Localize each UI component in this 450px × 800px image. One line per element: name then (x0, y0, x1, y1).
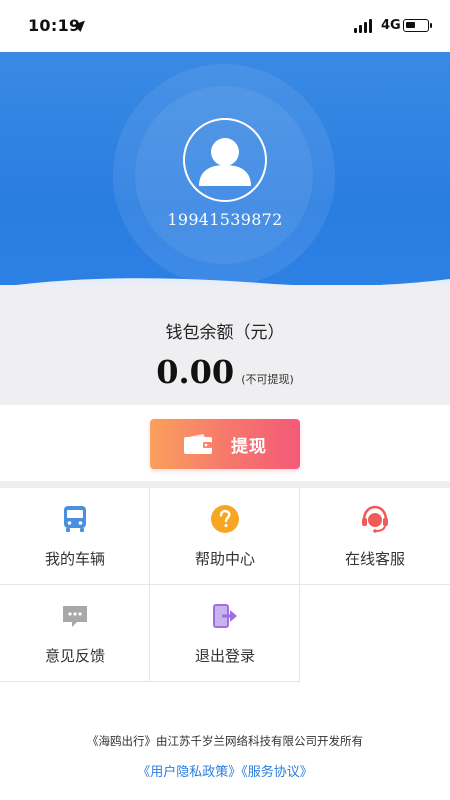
privacy-policy-link[interactable]: 《用户隐私政策》 (137, 765, 241, 780)
wallet-icon (184, 434, 212, 454)
service-agreement-link[interactable]: 《服务协议》 (241, 765, 313, 780)
menu-item-label: 退出登录 (194, 647, 255, 665)
profile-header: 19941539872 (0, 52, 450, 307)
wallet-amount: 0.00 (156, 353, 235, 391)
menu-grid: 我的车辆 帮助中心 在线客服 意见反馈 退出登录 (0, 488, 450, 682)
user-phone: 19941539872 (167, 210, 283, 229)
status-bar: 10:19 4G (0, 0, 450, 52)
status-time: 10:19 (28, 16, 81, 35)
wallet-balance-label: 钱包余额（元） (165, 323, 285, 343)
wallet-section: 钱包余额（元） 0.00 (不可提现) (0, 285, 450, 405)
menu-item-label: 在线客服 (344, 550, 405, 568)
menu-empty-cell (300, 585, 450, 682)
footer-copyright: 《海鸥出行》由江苏千岁兰网络科技有限公司开发所有 (87, 734, 363, 748)
menu-item-my-vehicles[interactable]: 我的车辆 (0, 488, 150, 585)
menu-item-label: 帮助中心 (194, 550, 255, 568)
withdraw-button[interactable]: 提现 (150, 419, 300, 469)
logout-icon (213, 604, 237, 628)
footer-links: 《用户隐私政策》《服务协议》 (0, 761, 450, 780)
signal-icon (354, 19, 376, 33)
network-type: 4G (381, 18, 401, 33)
battery-icon (403, 19, 432, 32)
menu-item-online-service[interactable]: 在线客服 (300, 488, 450, 585)
menu-item-help-center[interactable]: 帮助中心 (150, 488, 300, 585)
wallet-amount-row: 0.00 (不可提现) (0, 353, 450, 391)
withdraw-section: 提现 (0, 405, 450, 481)
customer-service-icon (362, 505, 388, 533)
bus-icon (64, 506, 86, 532)
user-avatar-icon[interactable] (183, 118, 267, 202)
feedback-icon (63, 606, 87, 627)
section-divider (0, 481, 450, 488)
menu-item-label: 意见反馈 (44, 647, 105, 665)
menu-item-feedback[interactable]: 意见反馈 (0, 585, 150, 682)
menu-item-logout[interactable]: 退出登录 (150, 585, 300, 682)
wallet-amount-note: (不可提现) (241, 373, 294, 386)
withdraw-label: 提现 (231, 436, 267, 457)
menu-item-label: 我的车辆 (44, 550, 105, 568)
question-icon (211, 505, 239, 533)
